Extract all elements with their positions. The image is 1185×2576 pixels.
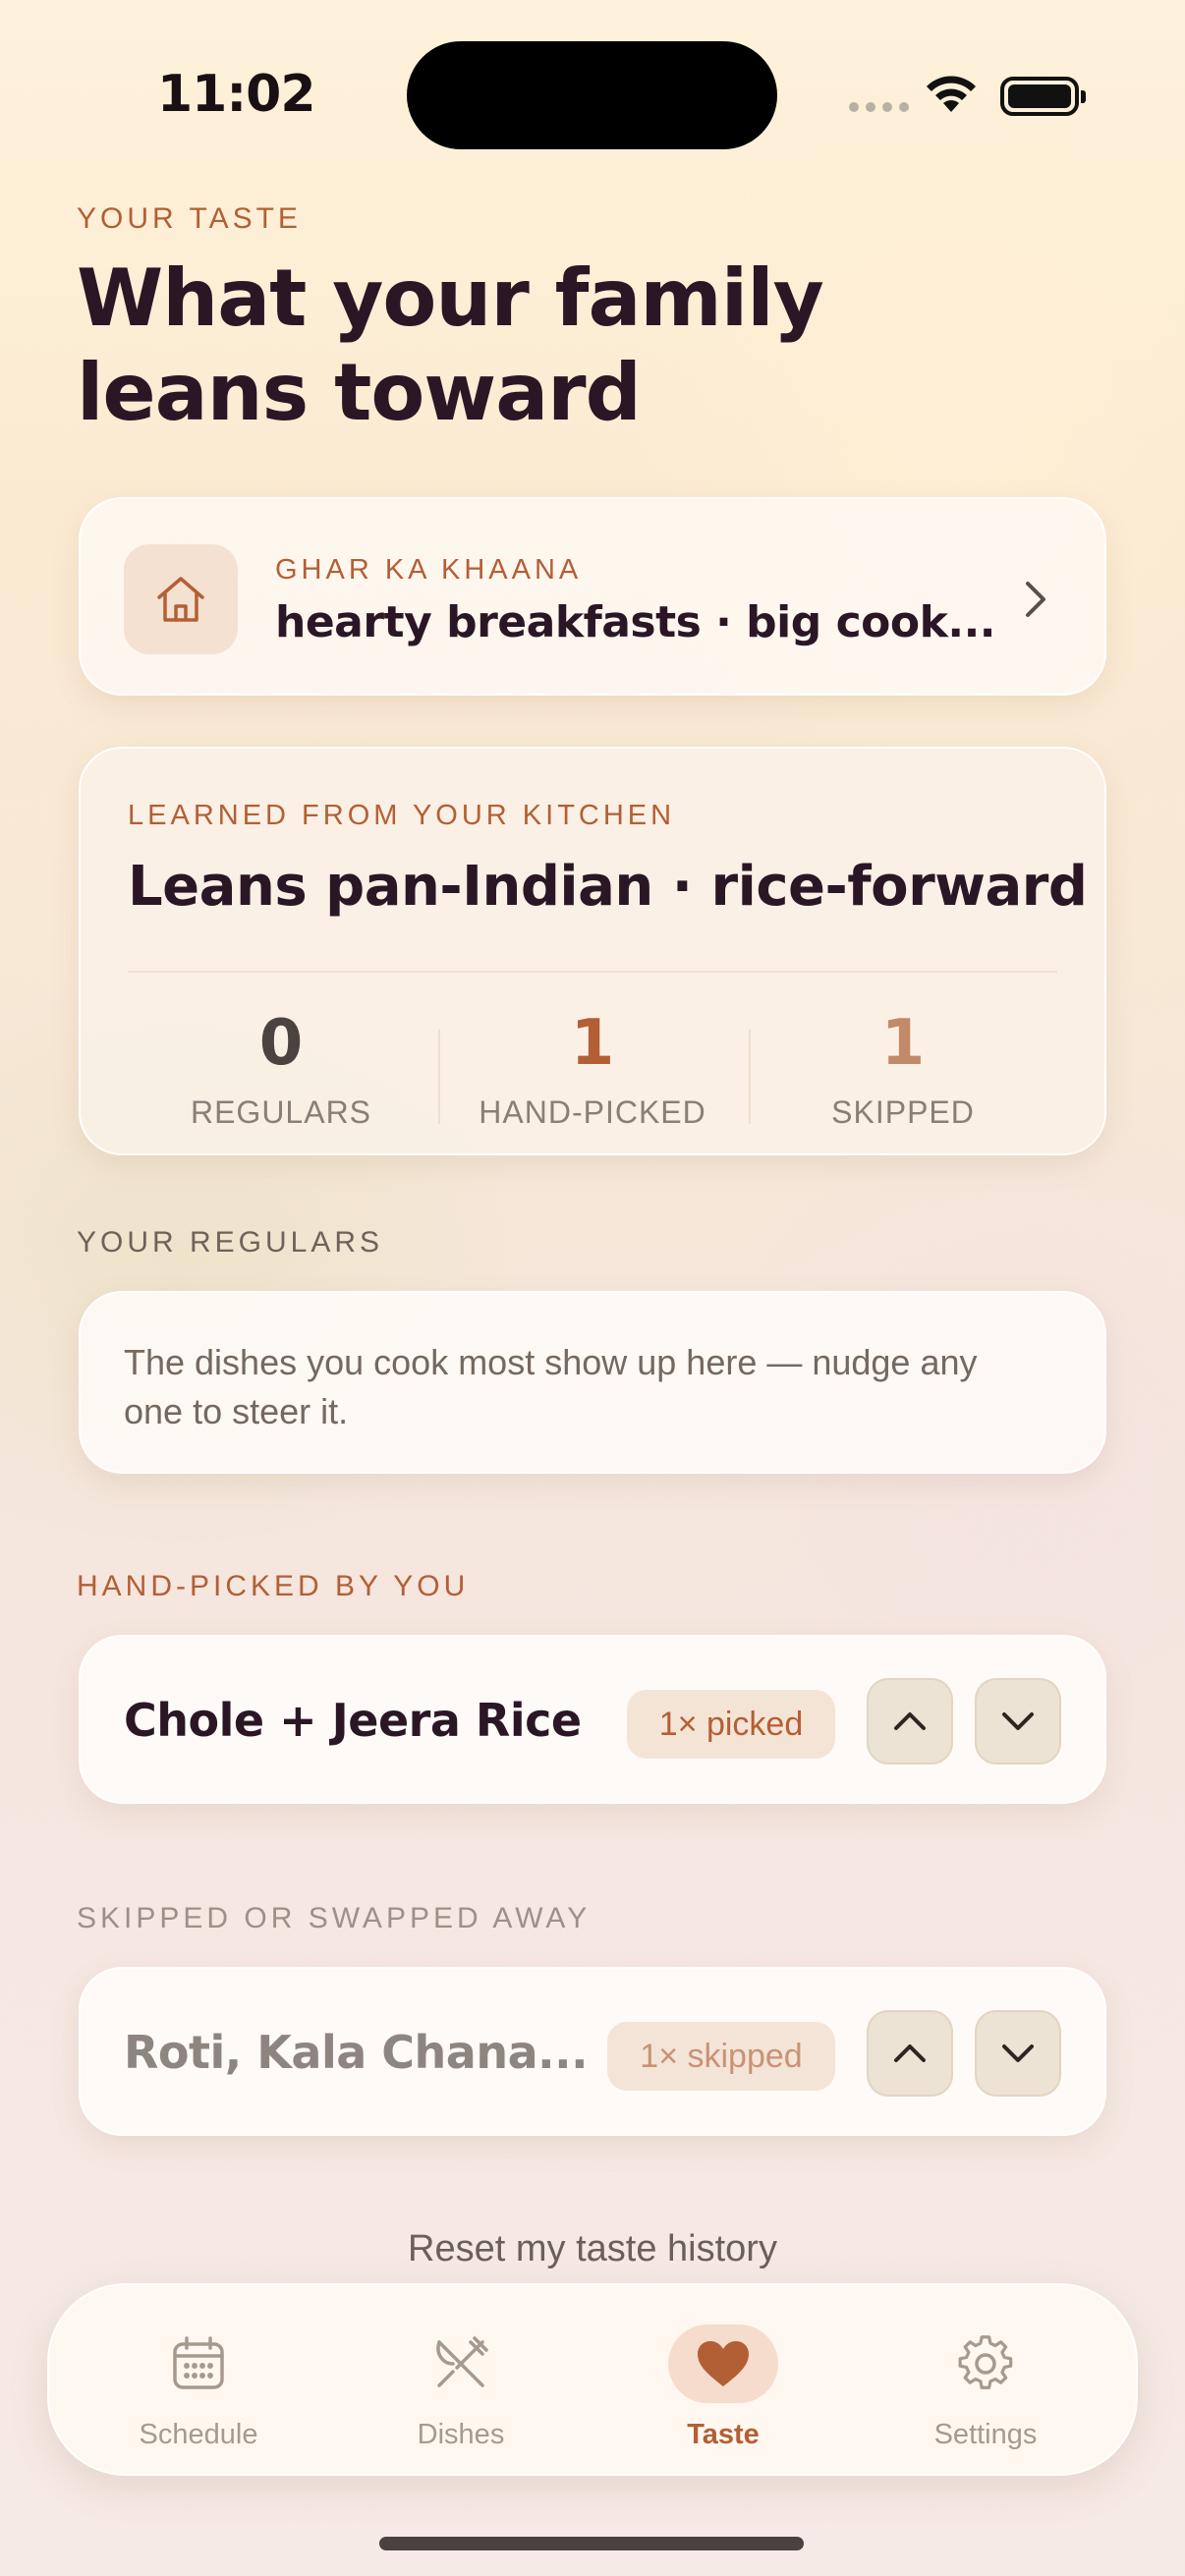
picked-count-badge: 1× picked xyxy=(627,1690,835,1759)
tab-schedule[interactable]: Schedule xyxy=(71,2285,326,2478)
learned-summary-card: LEARNED FROM YOUR KITCHEN Leans pan-Indi… xyxy=(79,747,1106,1155)
dish-name: Chole + Jeera Rice xyxy=(124,1694,582,1747)
tab-label: Taste xyxy=(687,2419,760,2450)
tab-label: Dishes xyxy=(417,2419,505,2450)
household-value: hearty breakfasts · big cook... xyxy=(275,597,996,647)
upvote-button[interactable] xyxy=(867,1678,953,1764)
page-title-line-2: leans toward xyxy=(77,347,642,438)
heart-icon xyxy=(668,2324,778,2403)
household-style-card[interactable]: GHAR KA KHAANA hearty breakfasts · big c… xyxy=(79,497,1106,696)
learned-value: Leans pan-Indian · rice-forward xyxy=(128,855,1088,919)
stat-regulars: 0 REGULARS xyxy=(124,1006,438,1131)
tab-label: Settings xyxy=(933,2419,1038,2450)
skipped-dish-row: Roti, Kala Chana... 1× skipped xyxy=(79,1967,1106,2136)
tab-settings[interactable]: Settings xyxy=(858,2285,1113,2478)
regulars-empty-text: The dishes you cook most show up here — … xyxy=(124,1342,978,1431)
stat-number: 1 xyxy=(880,1007,926,1080)
regulars-empty-card: The dishes you cook most show up here — … xyxy=(79,1291,1106,1474)
stat-label: HAND-PICKED xyxy=(479,1094,706,1130)
battery-icon xyxy=(1000,77,1086,116)
stat-number: 1 xyxy=(570,1007,615,1080)
dish-name: Roti, Kala Chana... xyxy=(124,2026,589,2079)
stat-hand-picked: 1 HAND-PICKED xyxy=(435,1006,750,1131)
hand-picked-section-label: HAND-PICKED BY YOU xyxy=(77,1570,470,1602)
wifi-icon xyxy=(924,73,979,120)
gear-icon xyxy=(931,2324,1041,2403)
page-title-line-1: What your family xyxy=(77,252,824,344)
calendar-icon xyxy=(143,2324,254,2403)
skipped-section-label: SKIPPED OR SWAPPED AWAY xyxy=(77,1902,592,1934)
status-time: 11:02 xyxy=(157,65,316,124)
stat-label: SKIPPED xyxy=(831,1094,975,1130)
learned-label: LEARNED FROM YOUR KITCHEN xyxy=(128,800,676,831)
home-icon xyxy=(124,544,238,654)
chevron-up-icon xyxy=(894,2044,926,2062)
divider xyxy=(128,971,1057,973)
hand-picked-dish-row: Chole + Jeera Rice 1× picked xyxy=(79,1635,1106,1804)
home-indicator xyxy=(379,2537,804,2550)
page-eyebrow: YOUR TASTE xyxy=(77,202,302,235)
dynamic-island xyxy=(407,41,777,149)
page-title: What your family leans toward xyxy=(77,252,1059,440)
stat-label: REGULARS xyxy=(190,1094,372,1130)
stat-number: 0 xyxy=(258,1007,304,1080)
tab-dishes[interactable]: Dishes xyxy=(333,2285,589,2478)
tab-bar: Schedule Dishes Taste Settings xyxy=(47,2283,1138,2476)
stat-skipped: 1 SKIPPED xyxy=(746,1006,1060,1131)
regulars-section-label: YOUR REGULARS xyxy=(77,1226,384,1259)
chevron-up-icon xyxy=(894,1712,926,1730)
tab-label: Schedule xyxy=(139,2419,258,2450)
reset-taste-history-button[interactable]: Reset my taste history xyxy=(0,2228,1185,2270)
downvote-button[interactable] xyxy=(975,2010,1061,2097)
downvote-button[interactable] xyxy=(975,1678,1061,1764)
chevron-down-icon xyxy=(1002,2044,1034,2062)
chevron-down-icon xyxy=(1002,1712,1034,1730)
tab-taste[interactable]: Taste xyxy=(595,2285,851,2478)
cellular-signal-icon xyxy=(849,102,909,112)
chevron-right-icon xyxy=(1020,578,1049,625)
fork-knife-icon xyxy=(406,2324,516,2403)
upvote-button[interactable] xyxy=(867,2010,953,2097)
skipped-count-badge: 1× skipped xyxy=(607,2022,835,2091)
household-label: GHAR KA KHAANA xyxy=(275,554,583,586)
